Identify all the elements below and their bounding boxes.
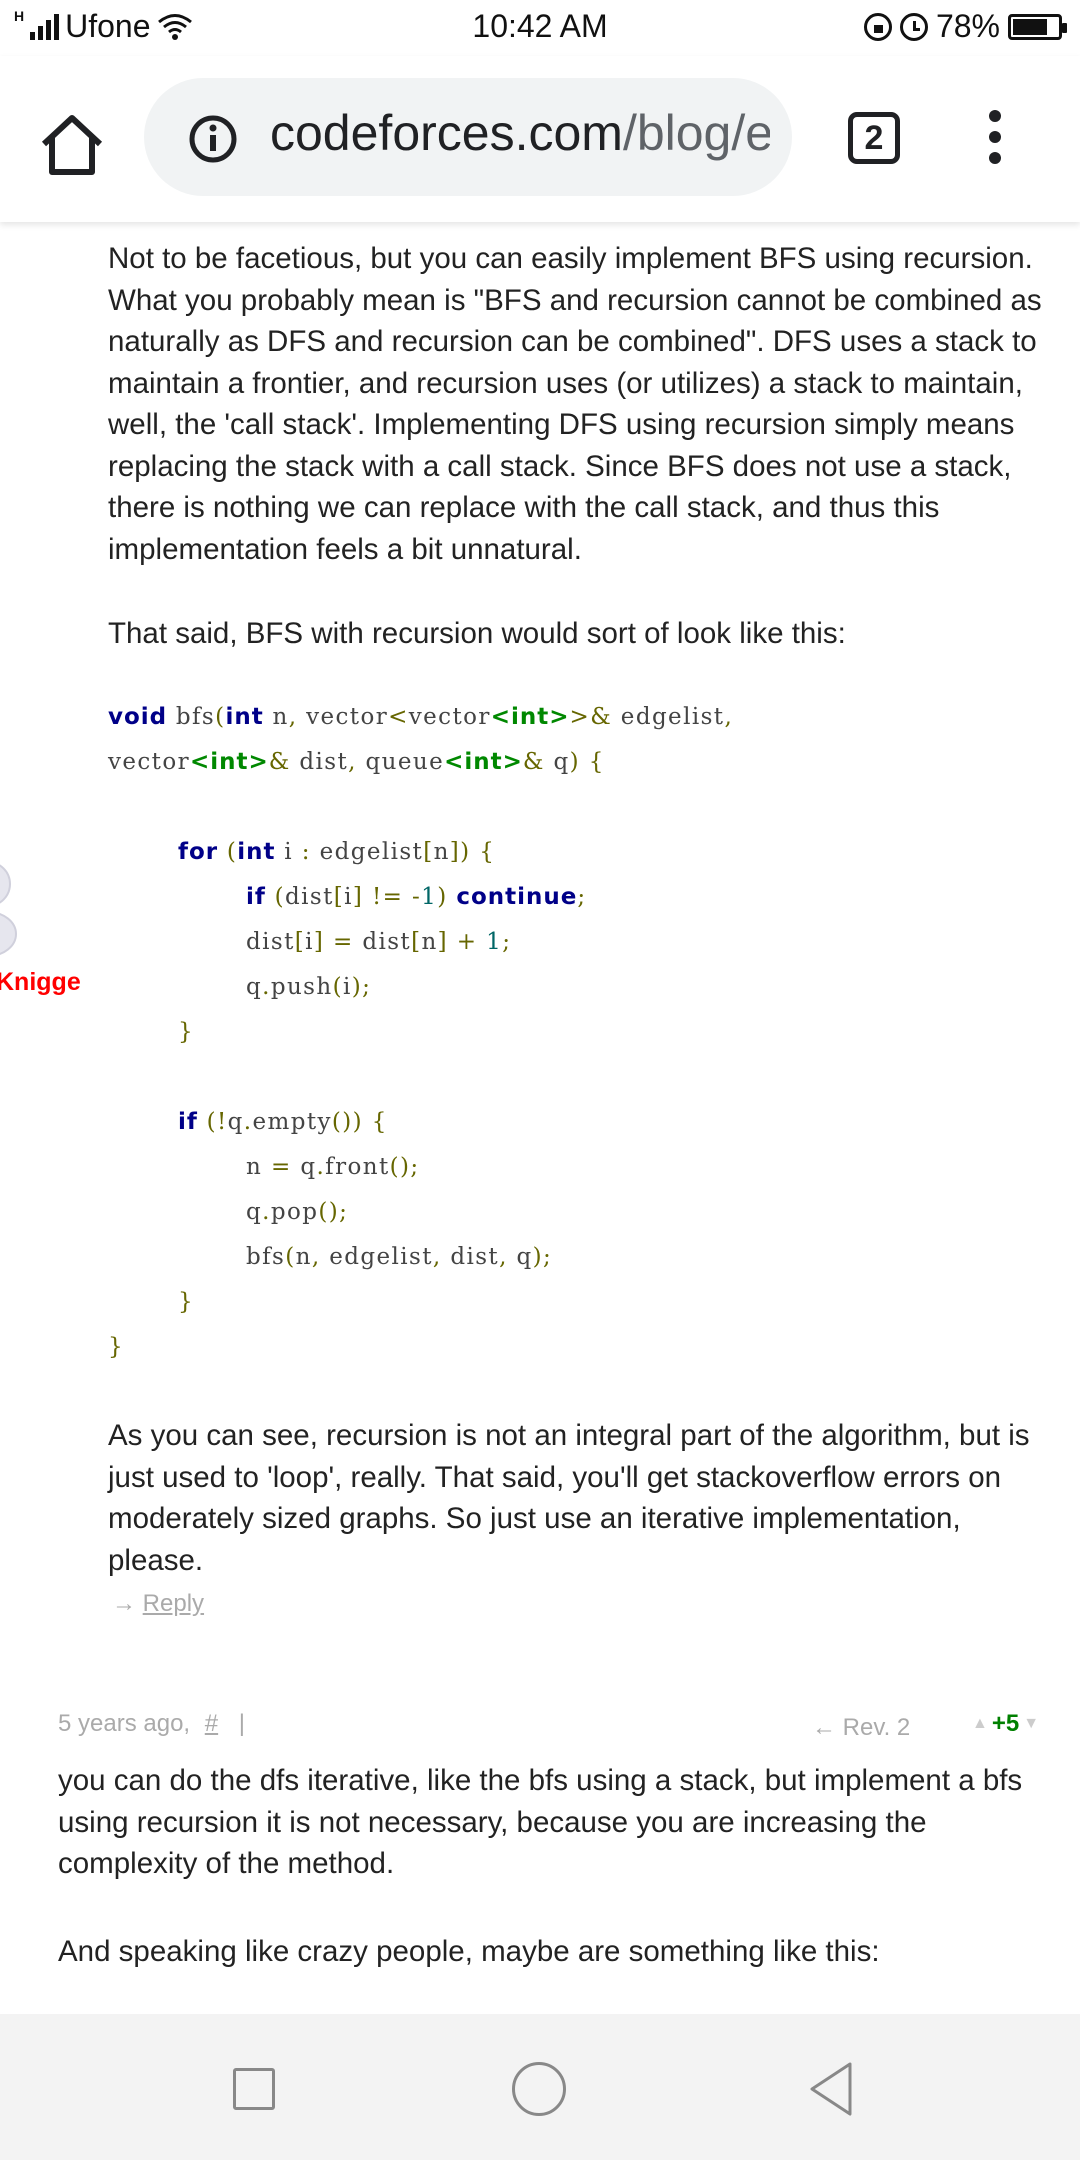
address-bar[interactable]: codeforces.com/blog/e (144, 78, 792, 196)
browser-toolbar: codeforces.com/blog/e 2 (0, 56, 1080, 222)
downvote-icon[interactable]: ▼ (1023, 1715, 1039, 1733)
meta-separator: | (238, 1710, 246, 1737)
recents-icon[interactable] (233, 2068, 275, 2110)
author-handle[interactable]: Knigge (0, 968, 81, 997)
url-domain: codeforces.com (270, 105, 623, 161)
vote-widget: ▲ +5 ▼ (972, 1710, 1039, 1738)
comment-paragraph: Not to be facetious, but you can easily … (108, 242, 1042, 566)
comment-paragraph: That said, BFS with recursion would sort… (108, 617, 846, 650)
permalink[interactable]: # (205, 1710, 218, 1737)
url-path: /blog/e (622, 105, 770, 161)
user-avatar-icon[interactable] (0, 856, 26, 956)
tab-switcher-button[interactable]: 2 (848, 112, 900, 164)
comment-paragraph: And speaking like crazy people, maybe ar… (58, 1935, 880, 1968)
comment-meta: 5 years ago, # | (58, 1710, 245, 1738)
code-block: void bfs(int n, vector<vector<int>>& edg… (108, 704, 734, 1360)
system-nav-bar (0, 2014, 1080, 2160)
url-text[interactable]: codeforces.com/blog/e (270, 104, 770, 162)
back-icon[interactable] (806, 2060, 856, 2118)
status-bar: H Ufone 10:42 AM 78% (0, 0, 1080, 56)
vote-score: +5 (991, 1710, 1020, 1737)
comment-time: 5 years ago, (58, 1710, 191, 1737)
overflow-menu-icon[interactable] (980, 110, 1010, 170)
alarm-icon (899, 12, 928, 41)
reply-link[interactable]: → Reply (112, 1590, 204, 1618)
upvote-icon[interactable]: ▲ (972, 1715, 988, 1733)
info-icon[interactable] (188, 114, 238, 164)
lock-rotation-icon (863, 12, 892, 41)
reply-label[interactable]: Reply (143, 1590, 204, 1617)
revision-link[interactable]: ← Rev. 2 (812, 1714, 910, 1742)
comment-paragraph: you can do the dfs iterative, like the b… (58, 1764, 1023, 1880)
reply-arrow-icon: → (112, 1590, 136, 1617)
comment-paragraph: As you can see, recursion is not an inte… (108, 1419, 1030, 1577)
battery-icon (1008, 13, 1067, 40)
home-icon[interactable] (36, 108, 108, 180)
battery-percent: 78% (935, 8, 1000, 44)
home-nav-icon[interactable] (512, 2062, 566, 2116)
